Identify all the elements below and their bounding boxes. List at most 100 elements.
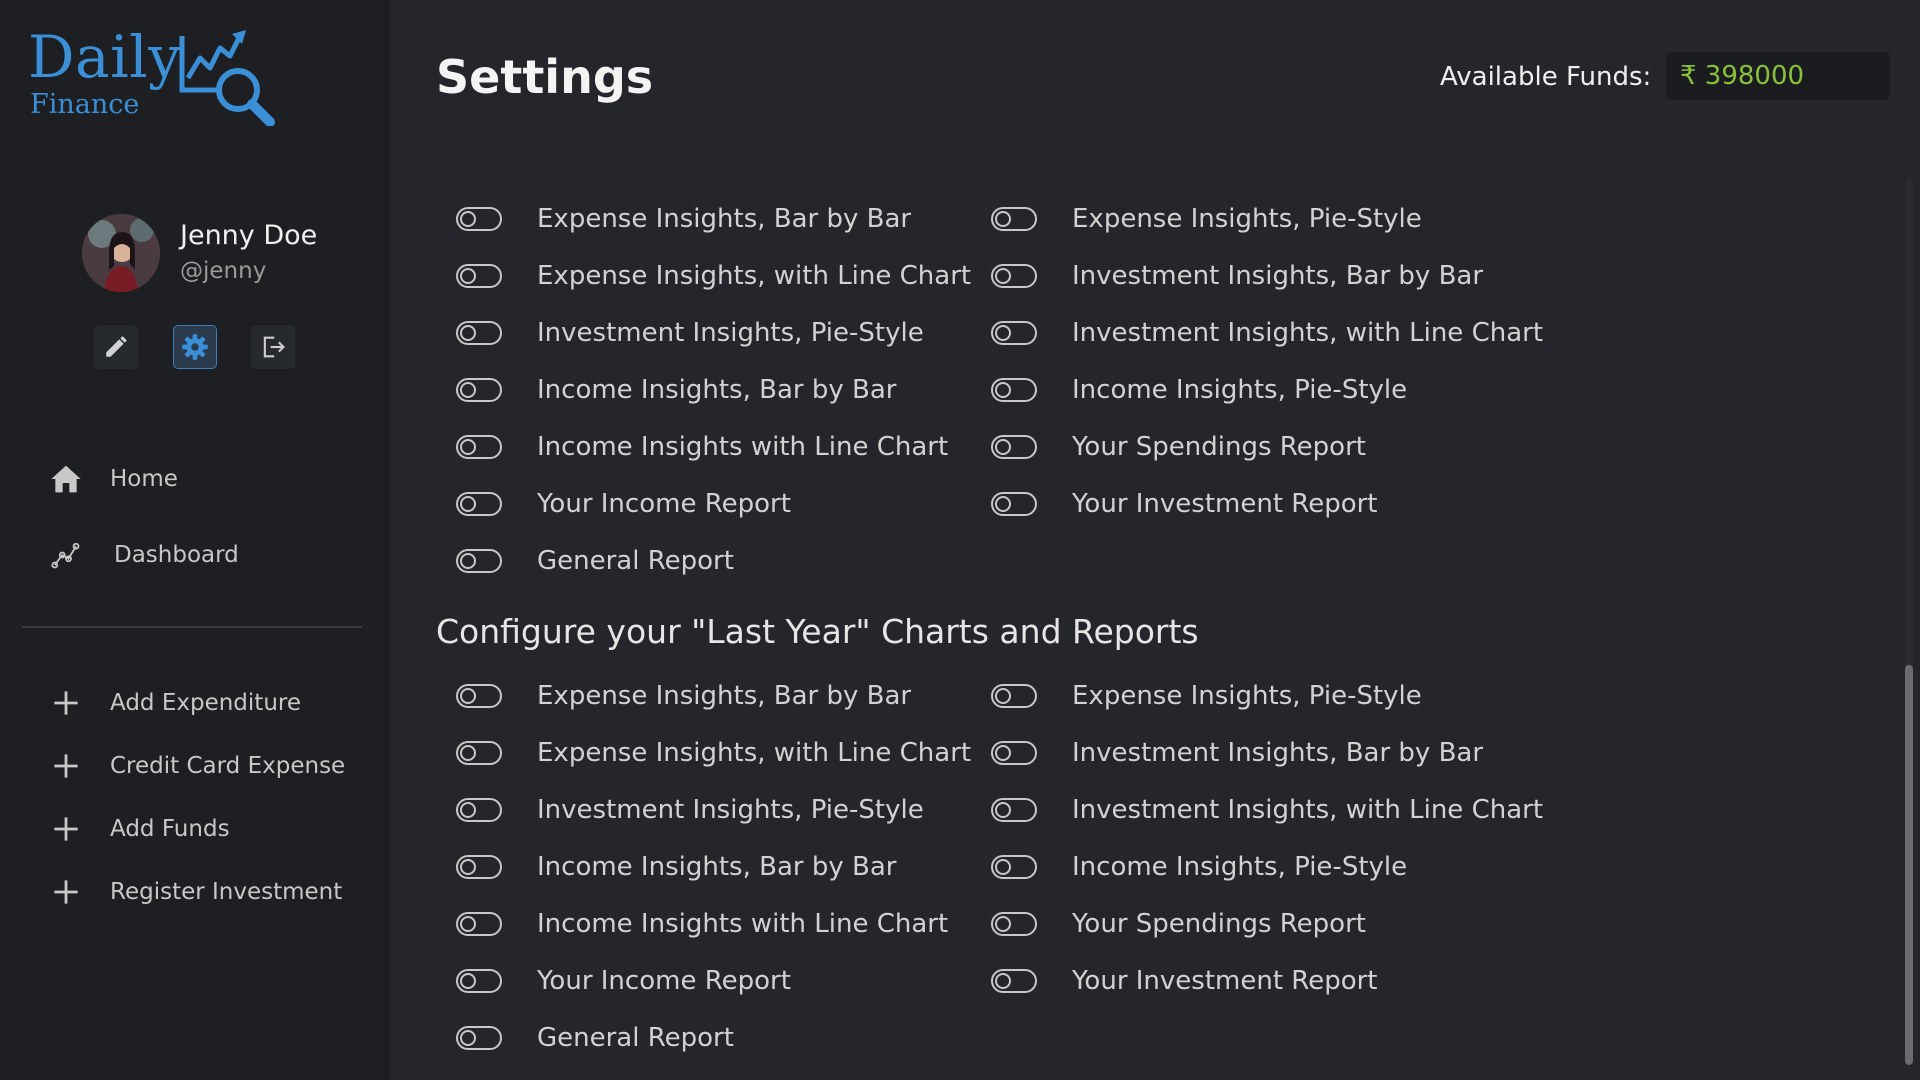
pencil-icon	[106, 336, 127, 357]
nav-dashboard[interactable]: Dashboard	[48, 532, 368, 578]
toggle-switch[interactable]	[991, 741, 1037, 765]
chart-magnifier-icon	[179, 30, 275, 126]
nav-add-funds-label: Add Funds	[110, 816, 230, 842]
toggle-option[interactable]: Investment Insights, Bar by Bar	[991, 733, 1483, 773]
toggle-option[interactable]: Your Investment Report	[991, 484, 1378, 524]
toggle-option-label: Expense Insights, Pie-Style	[1072, 204, 1422, 234]
toggle-option[interactable]: Income Insights, Pie-Style	[991, 370, 1407, 410]
toggle-option[interactable]: Your Spendings Report	[991, 427, 1366, 467]
toggle-option-label: Income Insights, Bar by Bar	[537, 375, 897, 405]
funds-label: Available Funds:	[1440, 62, 1652, 92]
toggle-switch[interactable]	[991, 264, 1037, 288]
toggle-switch[interactable]	[456, 378, 502, 402]
nav-add-funds[interactable]: Add Funds	[48, 806, 368, 852]
toggle-option-label: Investment Insights, Bar by Bar	[1072, 261, 1484, 291]
toggle-option[interactable]: Your Spendings Report	[991, 904, 1366, 944]
toggle-switch[interactable]	[456, 1026, 502, 1050]
toggle-option[interactable]: Expense Insights, Bar by Bar	[456, 676, 911, 716]
toggle-option[interactable]: Expense Insights, Pie-Style	[991, 676, 1422, 716]
toggle-switch[interactable]	[456, 912, 502, 936]
toggle-option-label: Investment Insights, Pie-Style	[537, 318, 924, 348]
toggle-option-label: Your Investment Report	[1072, 966, 1378, 996]
gear-icon	[182, 334, 208, 360]
toggle-option-label: Income Insights, Bar by Bar	[537, 852, 897, 882]
toggle-option[interactable]: Your Investment Report	[991, 961, 1378, 1001]
settings-button[interactable]	[173, 325, 217, 369]
toggle-option[interactable]: Expense Insights, with Line Chart	[456, 256, 971, 296]
toggle-option-label: General Report	[537, 546, 734, 576]
toggle-option[interactable]: General Report	[456, 541, 734, 581]
plus-icon	[48, 811, 84, 847]
user-profile: Jenny Doe @jenny	[82, 212, 382, 292]
toggle-option-label: Your Income Report	[537, 489, 791, 519]
toggle-option-label: Income Insights with Line Chart	[537, 909, 949, 939]
toggle-switch[interactable]	[991, 798, 1037, 822]
toggle-option[interactable]: Income Insights with Line Chart	[456, 427, 948, 467]
toggle-switch[interactable]	[456, 741, 502, 765]
logo-wordmark: Daily	[28, 23, 182, 91]
logout-button[interactable]	[251, 325, 295, 369]
toggle-switch[interactable]	[991, 207, 1037, 231]
toggle-option[interactable]: Investment Insights, with Line Chart	[991, 313, 1543, 353]
toggle-option[interactable]: Income Insights, Bar by Bar	[456, 370, 896, 410]
toggle-switch[interactable]	[456, 435, 502, 459]
toggle-option[interactable]: Investment Insights, Bar by Bar	[991, 256, 1483, 296]
nav-dashboard-label: Dashboard	[114, 542, 239, 568]
toggle-switch[interactable]	[456, 207, 502, 231]
toggle-option-label: General Report	[537, 1023, 734, 1053]
toggle-switch[interactable]	[456, 549, 502, 573]
toggle-switch[interactable]	[456, 264, 502, 288]
toggle-option-label: Expense Insights, Pie-Style	[1072, 681, 1422, 711]
toggle-option[interactable]: Expense Insights, Pie-Style	[991, 199, 1422, 239]
avatar[interactable]	[82, 214, 160, 292]
toggle-option-label: Your Spendings Report	[1072, 909, 1366, 939]
toggle-switch[interactable]	[991, 492, 1037, 516]
toggle-option-label: Investment Insights, Bar by Bar	[1072, 738, 1484, 768]
profile-name: Jenny Doe	[180, 220, 318, 251]
nav-add-expenditure-label: Add Expenditure	[110, 690, 301, 716]
toggle-option[interactable]: Expense Insights, Bar by Bar	[456, 199, 911, 239]
toggle-switch[interactable]	[991, 321, 1037, 345]
home-icon	[48, 461, 84, 497]
nav-register-investment-label: Register Investment	[110, 879, 343, 905]
toggle-option[interactable]: Income Insights, Pie-Style	[991, 847, 1407, 887]
toggle-option[interactable]: Investment Insights, Pie-Style	[456, 313, 924, 353]
toggle-option[interactable]: General Report	[456, 1018, 734, 1058]
chart-line-icon	[48, 537, 84, 573]
profile-actions	[94, 325, 304, 371]
plus-icon	[48, 874, 84, 910]
toggle-switch[interactable]	[456, 798, 502, 822]
toggle-switch[interactable]	[991, 684, 1037, 708]
scrollbar-thumb[interactable]	[1905, 665, 1913, 1065]
nav-register-investment[interactable]: Register Investment	[48, 869, 368, 915]
toggle-switch[interactable]	[991, 378, 1037, 402]
edit-profile-button[interactable]	[94, 325, 138, 369]
nav-add-expenditure[interactable]: Add Expenditure	[48, 680, 368, 726]
nav-home[interactable]: Home	[48, 456, 368, 502]
nav-credit-card-expense[interactable]: Credit Card Expense	[48, 743, 368, 789]
toggle-switch[interactable]	[456, 684, 502, 708]
toggle-option[interactable]: Income Insights, Bar by Bar	[456, 847, 896, 887]
toggle-switch[interactable]	[456, 969, 502, 993]
toggle-option[interactable]: Your Income Report	[456, 484, 791, 524]
avatar-photo-icon	[82, 214, 160, 292]
toggle-switch[interactable]	[991, 855, 1037, 879]
toggle-option-label: Investment Insights, with Line Chart	[1072, 318, 1544, 348]
toggle-option[interactable]: Income Insights with Line Chart	[456, 904, 948, 944]
toggle-switch[interactable]	[456, 855, 502, 879]
toggle-switch[interactable]	[991, 969, 1037, 993]
toggle-switch[interactable]	[456, 492, 502, 516]
toggle-option[interactable]: Investment Insights, with Line Chart	[991, 790, 1543, 830]
logout-icon	[263, 336, 285, 358]
app-logo[interactable]: Daily Finance	[28, 23, 288, 126]
toggle-option[interactable]: Your Income Report	[456, 961, 791, 1001]
toggle-option-label: Investment Insights, with Line Chart	[1072, 795, 1544, 825]
funds-value: ₹ 398000	[1666, 52, 1890, 100]
toggle-switch[interactable]	[991, 435, 1037, 459]
toggle-switch[interactable]	[991, 912, 1037, 936]
toggle-option[interactable]: Investment Insights, Pie-Style	[456, 790, 924, 830]
toggle-switch[interactable]	[456, 321, 502, 345]
toggle-option-label: Income Insights, Pie-Style	[1072, 375, 1408, 405]
sidebar-divider	[22, 626, 362, 628]
toggle-option[interactable]: Expense Insights, with Line Chart	[456, 733, 971, 773]
